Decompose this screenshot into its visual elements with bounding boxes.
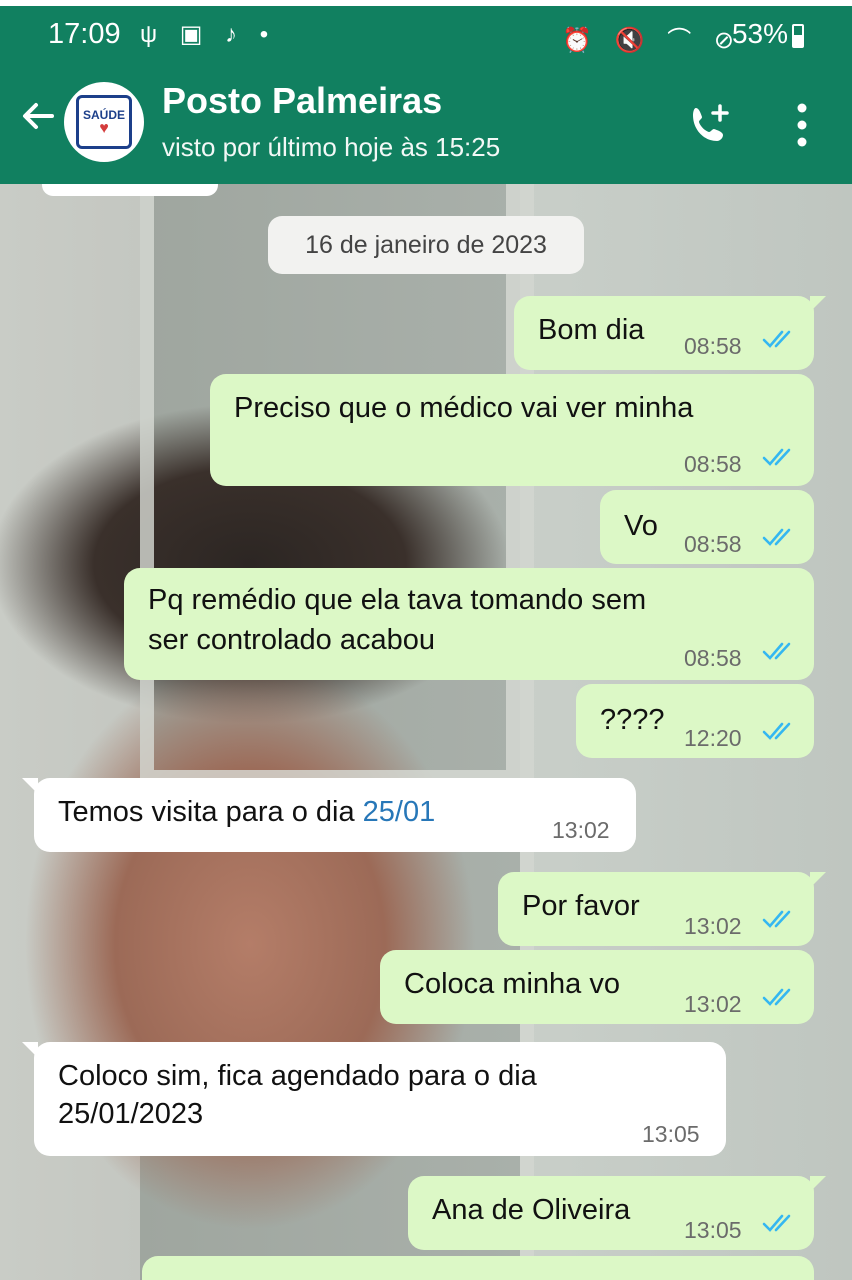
message-text: Preciso que o médico vai ver minha (234, 392, 694, 424)
message-text-part: Temos visita para o dia (58, 796, 363, 828)
previous-message-stub (42, 184, 218, 196)
date-label: 16 de janeiro de 2023 (305, 230, 547, 259)
contact-avatar[interactable]: SAÚDE ♥ (64, 82, 144, 162)
add-call-icon[interactable] (684, 100, 734, 150)
message-time: 08:58 (684, 451, 742, 477)
message-text-line: 25/01/2023 (58, 1098, 204, 1130)
message-time: 13:05 (642, 1121, 700, 1147)
message-text-line: Coloco sim, fica agendado para o dia (58, 1060, 537, 1092)
message-time: 13:02 (684, 991, 742, 1017)
message-bubble-outgoing[interactable]: Pq remédio que ela tava tomando sem ser … (124, 568, 814, 680)
message-bubble-outgoing[interactable]: Preciso que o médico vai ver minha 08:58 (210, 374, 814, 486)
message-bubble-outgoing[interactable]: ???? 12:20 (576, 684, 814, 758)
chat-area[interactable]: 16 de janeiro de 2023 Bom dia 08:58 Prec… (0, 184, 852, 1280)
battery-icon (792, 24, 804, 48)
message-bubble-outgoing[interactable]: Vo 08:58 (600, 490, 814, 564)
read-ticks-icon (762, 722, 791, 740)
read-ticks-icon (762, 988, 791, 1006)
notification-icons: ψ ▣ ♪ • (140, 21, 277, 48)
message-bubble-outgoing-partial[interactable] (142, 1256, 814, 1280)
message-text: Vo (624, 510, 658, 542)
heart-icon: ♥ (99, 120, 109, 137)
message-text-line: ser controlado acabou (148, 624, 435, 656)
chat-header: SAÚDE ♥ Posto Palmeiras visto por último… (0, 66, 852, 184)
read-ticks-icon (762, 448, 791, 466)
message-bubble-outgoing[interactable]: Por favor 13:02 (498, 872, 826, 946)
message-bubble-outgoing[interactable]: Bom dia 08:58 (514, 296, 826, 370)
battery-percentage: 53% (731, 18, 788, 49)
read-ticks-icon (762, 1214, 791, 1232)
last-seen-status: visto por último hoje às 15:25 (162, 132, 501, 162)
message-text: ???? (600, 704, 665, 736)
message-time: 08:58 (684, 645, 742, 671)
message-time: 08:58 (684, 333, 742, 359)
status-time: 17:09 (48, 18, 121, 50)
message-time: 13:05 (684, 1217, 742, 1243)
contact-name[interactable]: Posto Palmeiras (162, 80, 442, 122)
back-arrow-icon[interactable] (18, 96, 58, 146)
system-status-icons: ⏰ 🔇 ⌒ ⊘ (562, 27, 742, 54)
date-link[interactable]: 25/01 (363, 796, 436, 828)
read-ticks-icon (762, 330, 791, 348)
message-time: 12:20 (684, 725, 742, 751)
message-text-line: Pq remédio que ela tava tomando sem (148, 584, 647, 616)
more-vert-icon[interactable] (792, 100, 812, 150)
message-text: Coloca minha vo (404, 968, 620, 1000)
message-time: 13:02 (684, 913, 742, 939)
read-ticks-icon (762, 528, 791, 546)
message-bubble-incoming[interactable]: Coloco sim, fica agendado para o dia 25/… (22, 1042, 726, 1156)
message-bubble-outgoing[interactable]: Coloca minha vo 13:02 (380, 950, 814, 1024)
saude-logo-icon: SAÚDE ♥ (76, 95, 132, 149)
read-ticks-icon (762, 910, 791, 928)
message-text: Ana de Oliveira (432, 1194, 631, 1226)
message-time: 13:02 (552, 817, 610, 843)
read-ticks-icon (762, 642, 791, 660)
date-separator: 16 de janeiro de 2023 (268, 216, 584, 274)
message-text: Temos visita para o dia 25/01 (58, 794, 435, 830)
message-text: Bom dia (538, 314, 645, 346)
message-time: 08:58 (684, 531, 742, 557)
message-bubble-outgoing[interactable]: Ana de Oliveira 13:05 (408, 1176, 826, 1250)
message-bubble-incoming[interactable]: Temos visita para o dia 25/01 13:02 (22, 778, 636, 852)
message-text: Por favor (522, 890, 640, 922)
status-bar: 17:09 ψ ▣ ♪ • ⏰ 🔇 ⌒ ⊘ 53% (0, 0, 852, 66)
